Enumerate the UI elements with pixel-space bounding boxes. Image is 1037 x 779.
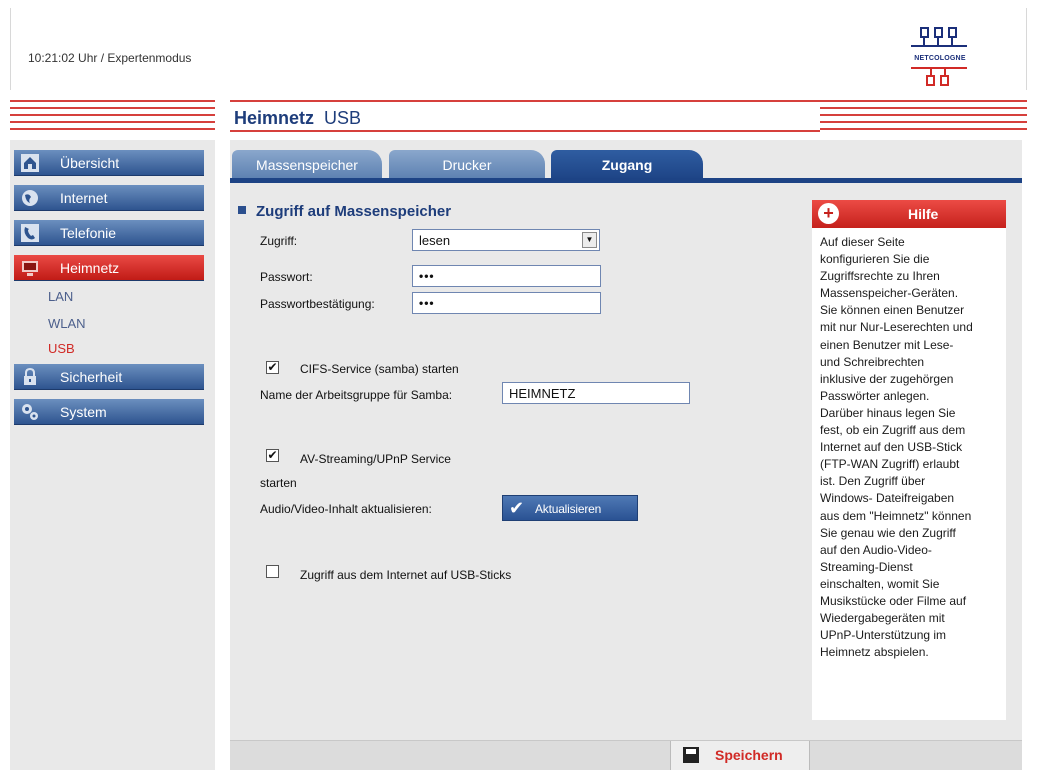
page-title-sub: USB [324,108,362,128]
status-line: 10:21:02 Uhr / Expertenmodus [28,51,192,65]
help-line: UPnP-Unterstützung im [820,628,947,643]
page-title-main: Heimnetz [234,108,315,128]
lock-icon [20,367,40,387]
help-line: mit nur Nur-Leserechten und [820,320,973,335]
help-line: Streaming-Dienst [820,559,913,574]
tab-underline [230,178,1022,183]
sidebar-item-uebersicht[interactable]: Übersicht [14,150,204,176]
help-line: ist. Den Zugriff über [820,474,926,489]
help-line: Passwörter anlegen. [820,388,930,403]
workgroup-label: Name der Arbeitsgruppe für Samba: [260,388,453,402]
help-line: Internet auf den USB-Stick [820,440,963,455]
help-line: einen Benutzer mit Lese- [820,337,954,352]
help-line: inklusive der zugehörgen [820,371,954,386]
sidebar-subitem-lan[interactable]: LAN [48,289,73,304]
help-header: + Hilfe [812,200,1006,228]
passwort-label: Passwort: [260,270,313,284]
passwort-field[interactable]: ••• [412,265,601,287]
sidebar-item-sicherheit[interactable]: Sicherheit [14,364,204,390]
home-icon [20,153,40,173]
workgroup-field[interactable]: HEIMNETZ [502,382,690,404]
zugriff-label: Zugriff: [260,234,298,248]
help-line: Zugriffsrechte zu Ihren [820,269,940,284]
sidebar-item-heimnetz[interactable]: Heimnetz [14,255,204,281]
computer-icon [20,258,40,278]
help-line: (FTP-WAN Zugriff) erlaubt [820,457,960,472]
help-line: Massenspeicher-Geräten. [820,286,959,301]
refresh-label: Audio/Video-Inhalt aktualisieren: [260,502,432,516]
passwort-confirm-field[interactable]: ••• [412,292,601,314]
logo-text: NETCOLOGNE [914,55,966,62]
zugriff-select-value: lesen [419,233,451,248]
save-button[interactable]: Speichern [670,741,810,770]
help-line: und Schreibrechten [820,354,925,369]
passwort-confirm-label: Passwortbestätigung: [260,297,375,311]
sidebar-item-label: Telefonie [60,225,117,241]
cifs-label: CIFS-Service (samba) starten [300,362,459,376]
help-line: Windows- Dateifreigaben [820,491,955,506]
sidebar-item-label: System [60,404,107,420]
help-line: Musikstücke oder Filme auf [820,593,967,608]
av-streaming-label: AV-Streaming/UPnP Service [300,452,451,466]
help-line: konfigurieren Sie die [820,252,930,267]
tab-drucker[interactable]: Drucker [389,150,545,180]
help-line: Sie können einen Benutzer [820,303,965,318]
checkmark-icon: ✔ [509,498,525,518]
sidebar-item-label: Heimnetz [60,260,120,276]
gears-icon [20,402,40,422]
plus-circle-icon: + [818,203,839,224]
sidebar-item-internet[interactable]: Internet [14,185,204,211]
help-line: fest, ob ein Zugriff aus dem [820,423,966,438]
sidebar-item-label: Internet [60,190,108,206]
sidebar-item-system[interactable]: System [14,399,204,425]
help-title: Hilfe [908,206,939,222]
sidebar-subitem-wlan[interactable]: WLAN [48,316,86,331]
globe-icon [20,188,40,208]
av-streaming-checkbox[interactable]: ✔ [266,449,279,462]
sidebar-item-label: Übersicht [60,155,120,171]
page-title: Heimnetz USB [230,100,820,132]
sidebar-item-telefonie[interactable]: Telefonie [14,220,204,246]
help-line: Heimnetz abspielen. [820,645,929,660]
bullet-square-icon [238,206,246,214]
help-line: Wiedergabegeräten mit [820,611,945,626]
help-line: Darüber hinaus legen Sie [820,405,956,420]
aktualisieren-button[interactable]: ✔ Aktualisieren [502,495,638,521]
sidebar-subitem-usb[interactable]: USB [48,341,75,356]
footer-bar: Speichern [230,740,1022,770]
chevron-down-icon[interactable]: ▼ [582,232,597,248]
help-line: aus dem "Heimnetz" können [820,508,972,523]
header-bar [10,8,1027,90]
av-streaming-label-cont: starten [260,476,297,490]
tab-massenspeicher[interactable]: Massenspeicher [232,150,382,180]
help-line: einschalten, womit Sie [820,576,940,591]
help-line: Sie genau wie den Zugriff [820,525,956,540]
decor-stripes-right [820,100,1027,132]
sidebar-item-label: Sicherheit [60,369,123,385]
help-line: Auf dieser Seite [820,235,905,249]
phone-icon [20,223,40,243]
cifs-checkbox[interactable]: ✔ [266,361,279,374]
internet-access-label: Zugriff aus dem Internet auf USB-Sticks [300,568,512,582]
aktualisieren-button-label: Aktualisieren [535,502,602,516]
decor-stripes-left [10,100,215,132]
save-button-label: Speichern [715,747,783,763]
zugriff-select[interactable]: lesen ▼ [412,229,600,251]
help-text: Auf dieser Seite konfigurieren Sie die Z… [820,234,1006,661]
section-title: Zugriff auf Massenspeicher [238,203,451,220]
section-title-text: Zugriff auf Massenspeicher [256,203,452,220]
help-line: auf den Audio-Video- [820,542,932,557]
tab-zugang[interactable]: Zugang [551,150,703,180]
help-panel: + Hilfe Auf dieser Seite konfigurieren S… [812,200,1006,720]
internet-access-checkbox[interactable] [266,565,279,578]
floppy-disk-icon [683,747,699,763]
